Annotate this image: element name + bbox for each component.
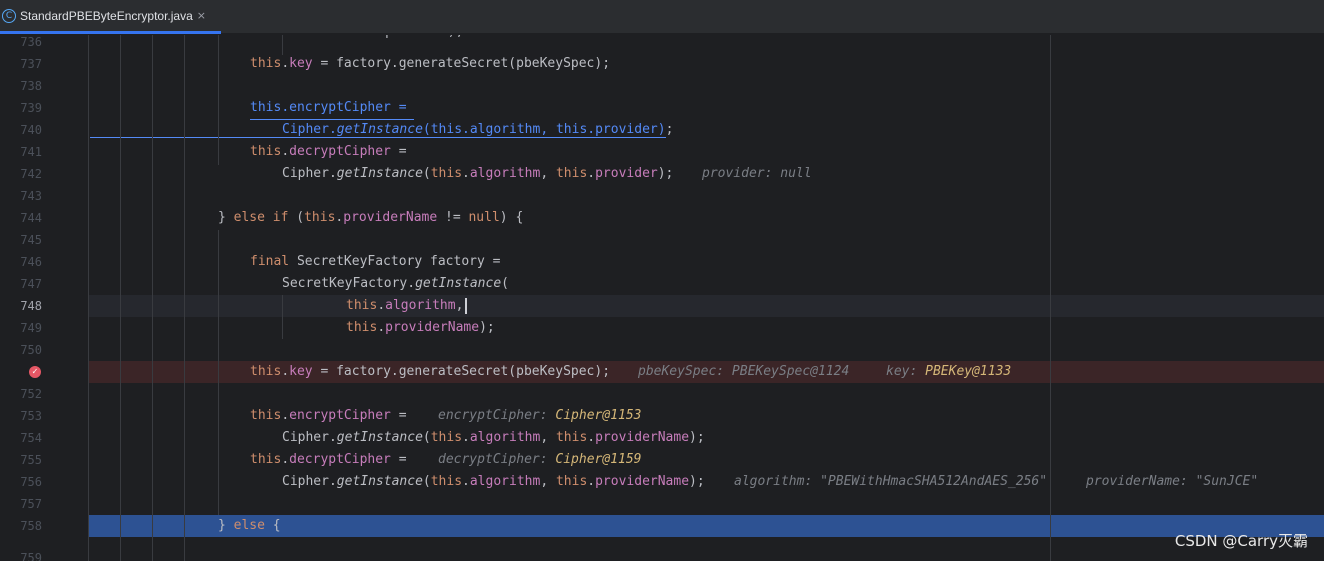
code-line: 752 (0, 383, 1324, 405)
code-line-breakpoint: ✓ this.key = factory.generateSecret(pbeK… (0, 361, 1324, 383)
inline-debug-hint: providerName: "SunJCE" (1086, 474, 1259, 489)
code-text: this.providerName); (346, 320, 495, 335)
indent-guide (152, 35, 153, 561)
code-line: 736 this.provider); (0, 35, 1324, 53)
breakpoint-icon[interactable]: ✓ (29, 366, 41, 378)
line-number: 749 (20, 321, 42, 335)
line-number: 742 (20, 167, 42, 181)
line-number: 753 (20, 409, 42, 423)
indent-guide (88, 35, 89, 561)
code-line: 742 Cipher.getInstance(this.algorithm, t… (0, 163, 1324, 185)
indent-guide (218, 35, 219, 165)
tab-standard-pbe-byte-encryptor[interactable]: C StandardPBEByteEncryptor.java × (0, 0, 221, 34)
line-number: 744 (20, 211, 42, 225)
code-text: Cipher.getInstance(this.algorithm, this.… (282, 474, 705, 489)
code-text: this.key = factory.generateSecret(pbeKey… (250, 56, 611, 71)
code-text: this.decryptCipher = (250, 144, 407, 159)
indent-guide (282, 35, 283, 55)
indent-guide (282, 295, 283, 339)
line-number: 752 (20, 387, 42, 401)
code-line: 757 (0, 493, 1324, 515)
code-text: this.encryptCipher = (250, 408, 407, 423)
code-line: 755 this.decryptCipher = decryptCipher: … (0, 449, 1324, 471)
line-number: 750 (20, 343, 42, 357)
line-number: 759 (20, 551, 42, 561)
line-number: 754 (20, 431, 42, 445)
current-line-highlight (88, 295, 1324, 317)
code-text: this.algorithm, (346, 295, 468, 317)
line-number: 758 (20, 519, 42, 533)
inline-debug-hint: pbeKeySpec: PBEKeySpec@1124 (638, 364, 850, 379)
code-text: Cipher.getInstance(this.algorithm, this.… (282, 430, 705, 445)
code-line: 747 SecretKeyFactory.getInstance( (0, 273, 1324, 295)
line-number: 739 (20, 101, 42, 115)
line-number: 737 (20, 57, 42, 71)
code-text: final SecretKeyFactory factory = (250, 254, 501, 269)
inline-debug-hint: algorithm: "PBEWithHmacSHA512AndAES_256" (734, 474, 1048, 489)
code-line-current: 748 this.algorithm, (0, 295, 1324, 317)
code-line: 737 this.key = factory.generateSecret(pb… (0, 53, 1324, 75)
indent-guide (120, 35, 121, 561)
code-line: 741 this.decryptCipher = (0, 141, 1324, 163)
line-number: 743 (20, 189, 42, 203)
watermark: CSDN @Carry灭霸 (1174, 532, 1308, 550)
line-number: 756 (20, 475, 42, 489)
code-line: 746 final SecretKeyFactory factory = (0, 251, 1324, 273)
code-text: SecretKeyFactory.getInstance( (282, 276, 509, 291)
code-text-clipped: this.provider); (346, 35, 463, 43)
line-number: 741 (20, 145, 42, 159)
code-line: 759 (0, 537, 1324, 561)
code-text: Cipher.getInstance(this.algorithm, this.… (282, 166, 674, 181)
code-line: 756 Cipher.getInstance(this.algorithm, t… (0, 471, 1324, 493)
code-line: 750 (0, 339, 1324, 361)
text-caret (465, 297, 468, 314)
inline-debug-hint: encryptCipher: Cipher@1153 (438, 408, 642, 423)
code-line: 739 this.encryptCipher = (0, 97, 1324, 120)
code-line-selected: 758 } else { (0, 515, 1324, 537)
close-icon[interactable]: × (197, 9, 206, 22)
line-number: 746 (20, 255, 42, 269)
code-text: } else if (this.providerName != null) { (218, 210, 524, 225)
indent-guide (184, 35, 185, 561)
line-number: 738 (20, 79, 42, 93)
code-line: 745 (0, 229, 1324, 251)
code-link[interactable]: Cipher.getInstance(this.algorithm, this.… (282, 119, 673, 141)
code-line: 749 this.providerName); (0, 317, 1324, 339)
inline-debug-hint: key: PBEKey@1133 (886, 364, 1012, 379)
code-text: this.decryptCipher = (250, 452, 407, 467)
line-number: 755 (20, 453, 42, 467)
line-number: 757 (20, 497, 42, 511)
code-link[interactable]: this.encryptCipher = (250, 97, 415, 120)
code-text: } else { (218, 518, 281, 533)
code-line: 754 Cipher.getInstance(this.algorithm, t… (0, 427, 1324, 449)
right-margin-guide (1050, 35, 1051, 561)
line-number: 747 (20, 277, 42, 291)
line-number: 748 (20, 299, 42, 313)
code-editor[interactable]: 736 this.provider); 737 this.key = facto… (0, 35, 1324, 561)
code-text: this.key = factory.generateSecret(pbeKey… (250, 364, 611, 379)
indent-guide (218, 230, 219, 515)
editor-tab-bar: C StandardPBEByteEncryptor.java × (0, 0, 1324, 34)
class-icon: C (2, 8, 16, 23)
tab-label: StandardPBEByteEncryptor.java (20, 8, 193, 23)
line-number: 745 (20, 233, 42, 247)
code-line: 743 (0, 185, 1324, 207)
code-line: 744 } else if (this.providerName != null… (0, 207, 1324, 229)
link-underline (90, 137, 282, 138)
code-line: 738 (0, 75, 1324, 97)
inline-debug-hint: provider: null (702, 166, 812, 181)
line-number: 740 (20, 123, 42, 137)
code-line: 753 this.encryptCipher = encryptCipher: … (0, 405, 1324, 427)
line-number: 736 (20, 35, 42, 49)
inline-debug-hint: decryptCipher: Cipher@1159 (438, 452, 642, 467)
code-line: 740 Cipher.getInstance(this.algorithm, t… (0, 119, 1324, 141)
